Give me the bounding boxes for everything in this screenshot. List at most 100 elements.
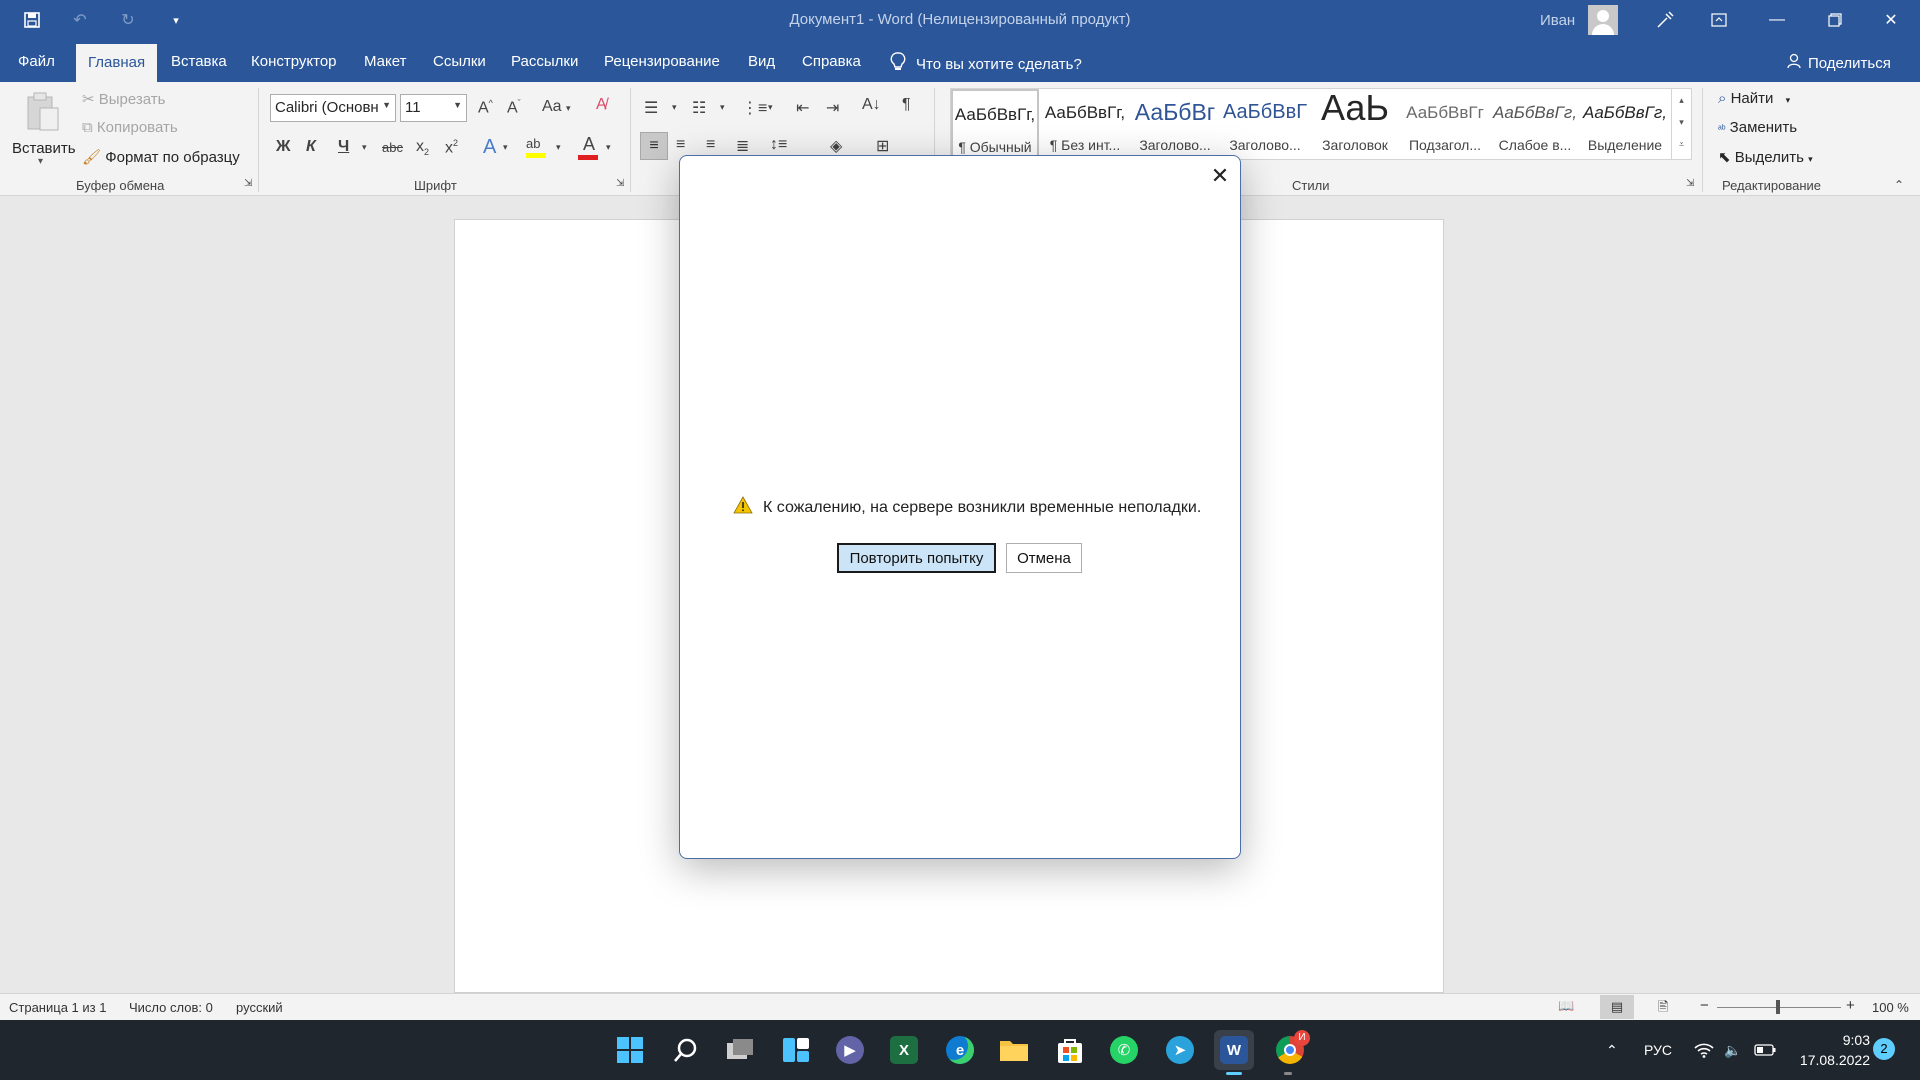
word-icon[interactable]: W [1214,1030,1254,1070]
widgets-icon[interactable] [776,1030,816,1070]
line-spacing-icon[interactable]: ↕≡ [770,136,787,154]
tab-layout[interactable]: Макет [352,40,418,82]
tab-view[interactable]: Вид [736,40,787,82]
style-normal[interactable]: АаБбВвГг, ¶ Обычный [951,89,1039,159]
task-view-icon[interactable] [720,1030,760,1070]
file-explorer-icon[interactable] [994,1030,1034,1070]
zoom-in-icon[interactable]: + [1846,997,1855,1014]
styles-scroll[interactable]: ▴ ▾ ⩡ [1671,89,1691,159]
chevron-down-icon[interactable]: ▾ [768,102,773,113]
cancel-button[interactable]: Отмена [1006,543,1082,573]
align-right-icon[interactable]: ≡ [706,136,715,154]
tab-file[interactable]: Файл [6,40,67,82]
battery-icon[interactable] [1754,1020,1776,1080]
style-subtle-emphasis[interactable]: АаБбВвГг, Слабое в... [1491,89,1579,159]
multilevel-list-icon[interactable]: ⋮≡ [742,98,767,118]
font-color-icon[interactable]: A [578,134,600,162]
telegram-icon[interactable]: ➤ [1160,1030,1200,1070]
chevron-down-icon[interactable]: ▾ [362,142,367,153]
dialog-launcher-icon[interactable]: ⇲ [616,178,624,189]
italic-button[interactable]: К [306,138,316,156]
language-switcher[interactable]: РУС [1644,1020,1672,1080]
share-button[interactable]: Поделиться [1786,53,1891,73]
find-button[interactable]: ⌕ Найти ▾ [1718,90,1790,107]
subscript-icon[interactable]: x2 [416,138,429,157]
print-layout-icon[interactable]: ▤ [1600,995,1634,1019]
pen-icon[interactable] [1636,0,1694,40]
show-hidden-icons[interactable]: ⌃ [1606,1020,1618,1080]
edge-icon[interactable]: e [940,1030,980,1070]
decrease-indent-icon[interactable]: ⇤ [796,98,809,118]
style-subtitle[interactable]: АаБбВвГг Подзагол... [1401,89,1489,159]
justify-icon[interactable]: ≣ [736,136,749,156]
language-indicator[interactable]: русский [236,1000,283,1015]
pilcrow-icon[interactable]: ¶ [902,96,911,114]
strikethrough-button[interactable]: abc [382,140,403,155]
teams-chat-icon[interactable]: ▶ [830,1030,870,1070]
underline-button[interactable]: Ч [338,138,349,156]
dialog-launcher-icon[interactable]: ⇲ [1686,178,1694,189]
copy-button[interactable]: ⧉ Копировать [82,119,178,136]
retry-button[interactable]: Повторить попытку [837,543,996,573]
numbering-icon[interactable]: ☷ [692,98,706,118]
clock[interactable]: 9:03 17.08.2022 [1792,1030,1870,1070]
tab-insert[interactable]: Вставка [159,40,239,82]
increase-indent-icon[interactable]: ⇥ [826,98,839,118]
tab-design[interactable]: Конструктор [239,40,349,82]
excel-icon[interactable]: X [884,1030,924,1070]
align-left-icon[interactable]: ≡ [640,132,668,160]
tab-home[interactable]: Главная [76,44,158,82]
zoom-thumb[interactable] [1776,1000,1780,1014]
borders-icon[interactable]: ⊞ [876,136,889,156]
whatsapp-icon[interactable]: ✆ [1104,1030,1144,1070]
chevron-down-icon[interactable]: ▾ [503,142,508,153]
text-effects-icon[interactable]: A [483,136,496,159]
shrink-font-icon[interactable]: Aˇ [507,98,521,117]
font-size-combo[interactable]: 11 ▼ [400,94,467,122]
format-painter-button[interactable]: 🖌 Формат по образцу [82,148,240,166]
paste-button[interactable]: Вставить ▾ [10,90,76,170]
search-icon[interactable] [666,1030,706,1070]
replace-button[interactable]: ᵃᵇ Заменить [1718,119,1797,136]
tab-help[interactable]: Справка [790,40,873,82]
chevron-down-icon[interactable]: ▾ [720,102,725,113]
select-button[interactable]: ⬉ Выделить ▾ [1718,148,1813,166]
page-count[interactable]: Страница 1 из 1 [9,1000,106,1015]
highlight-icon[interactable]: ab [526,136,548,162]
wifi-icon[interactable] [1694,1020,1714,1080]
bullets-icon[interactable]: ☰ [644,98,658,118]
zoom-out-icon[interactable]: − [1700,997,1709,1014]
avatar[interactable] [1588,5,1618,35]
shading-icon[interactable]: ◈ [830,136,842,156]
close-window-icon[interactable]: ✕ [1862,0,1920,40]
chevron-down-icon[interactable]: ▾ [672,102,677,113]
tab-review[interactable]: Рецензирование [592,40,732,82]
minimize-icon[interactable]: — [1748,0,1806,40]
collapse-ribbon-icon[interactable]: ⌃ [1894,178,1904,192]
align-center-icon[interactable]: ≡ [676,136,685,154]
volume-icon[interactable]: 🔈 [1724,1020,1741,1080]
read-mode-icon[interactable]: 📖 [1558,998,1574,1014]
style-emphasis[interactable]: АаБбВвГг, Выделение [1581,89,1669,159]
tab-references[interactable]: Ссылки [421,40,498,82]
grow-font-icon[interactable]: A^ [478,98,493,117]
restore-icon[interactable] [1806,0,1864,40]
store-icon[interactable] [1050,1030,1090,1070]
notification-badge[interactable]: 2 [1873,1038,1895,1060]
dialog-launcher-icon[interactable]: ⇲ [244,178,252,189]
user-name[interactable]: Иван [1540,12,1575,29]
word-count[interactable]: Число слов: 0 [129,1000,213,1015]
ribbon-display-icon[interactable] [1690,0,1748,40]
clear-formatting-icon[interactable]: A̸ [596,96,607,114]
font-name-combo[interactable]: Calibri (Основн ▼ [270,94,396,122]
style-title[interactable]: АаЬ Заголовок [1311,87,1399,159]
close-icon[interactable]: ✕ [1204,160,1236,192]
cut-button[interactable]: ✂ Вырезать [82,90,165,108]
web-layout-icon[interactable]: 🖹 [1658,998,1668,1020]
zoom-level[interactable]: 100 % [1872,1000,1909,1015]
sort-icon[interactable]: A↓ [862,96,881,114]
bold-button[interactable]: Ж [276,138,290,156]
style-no-spacing[interactable]: АаБбВвГг, ¶ Без инт... [1041,89,1129,159]
style-heading-2[interactable]: АаБбВвГ Заголово... [1221,89,1309,159]
style-heading-1[interactable]: АаБбВг Заголово... [1131,89,1219,159]
